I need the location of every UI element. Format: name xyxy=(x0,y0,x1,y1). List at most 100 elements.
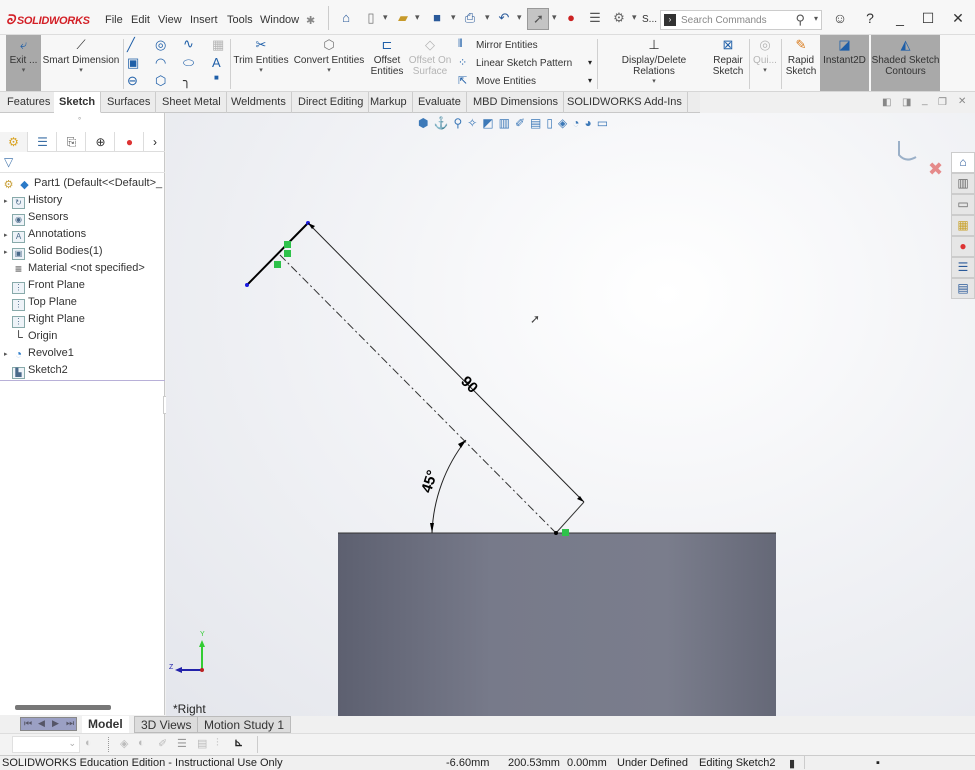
status-dropdown-icon[interactable]: ▪ xyxy=(876,757,880,769)
relation-marker[interactable] xyxy=(284,250,291,257)
prev-tab-icon[interactable]: ◀ xyxy=(38,718,45,729)
revolved-body[interactable] xyxy=(338,533,776,716)
tree-root-part[interactable]: ⚙ ◆ Part1 (Default<<Default>_ xyxy=(2,175,163,192)
doc-tile-right-icon[interactable]: ◨ xyxy=(902,97,911,108)
tree-item[interactable]: ▸ ▣ Solid Bodies(1) xyxy=(4,243,103,260)
close-button[interactable]: ✕ xyxy=(948,10,968,27)
display-manager-tab-icon[interactable]: ● xyxy=(116,132,144,152)
doc-tile-left-icon[interactable]: ◧ xyxy=(882,97,891,108)
tree-item[interactable]: ▸ A Annotations xyxy=(4,226,86,243)
rebuild-status-icon[interactable]: ▮ xyxy=(789,757,795,770)
dropdown-icon[interactable]: ▾ xyxy=(383,12,388,23)
menu-insert[interactable]: Insert xyxy=(190,14,218,26)
tree-item[interactable]: ⋮ Top Plane xyxy=(4,294,77,311)
home-icon[interactable]: ⌂ xyxy=(338,10,354,26)
display-state-dropdown[interactable]: ⌄ xyxy=(12,736,80,753)
arc-tool-icon[interactable]: ◠ xyxy=(155,55,166,71)
zoom-to-area-icon[interactable]: ⚲ xyxy=(453,116,467,130)
view-settings-monitor-icon[interactable]: ▭ xyxy=(597,116,613,130)
mirror-entities-button[interactable]: Mirror Entities xyxy=(476,40,538,51)
move-entities-button[interactable]: Move Entities xyxy=(476,76,536,87)
dynamic-annotation-icon[interactable]: ▥ xyxy=(499,116,515,130)
forum-tab-icon[interactable]: ▤ xyxy=(951,278,975,299)
next-tab-icon[interactable]: ▶ xyxy=(52,718,59,729)
tab-weldments[interactable]: Weldments xyxy=(226,92,292,113)
minimize-button[interactable]: _ xyxy=(890,10,910,26)
maximize-button[interactable]: ☐ xyxy=(918,10,938,27)
tab-sketch[interactable]: Sketch xyxy=(54,92,102,113)
dimension-45-label[interactable]: 45° xyxy=(418,468,441,495)
tab-direct-editing[interactable]: Direct Editing xyxy=(293,92,370,113)
bottom-tab-motion-study-1[interactable]: Motion Study 1 xyxy=(197,716,292,733)
property-manager-tab-icon[interactable]: ☰ xyxy=(29,132,57,152)
appearance-icon[interactable]: ◈ xyxy=(120,737,128,750)
dropdown-icon[interactable]: ▾ xyxy=(632,12,637,23)
tree-item[interactable]: ⋮ Front Plane xyxy=(4,277,85,294)
dimension-line-90[interactable] xyxy=(307,222,585,503)
angle-dimension-arc[interactable] xyxy=(431,439,467,534)
first-tab-icon[interactable]: ⏮ xyxy=(24,718,32,729)
hide-show-items-icon[interactable]: ◈ xyxy=(558,116,572,130)
spline-tool-icon[interactable]: ∿ xyxy=(183,36,194,52)
line-tool-icon[interactable]: ╱ xyxy=(127,37,135,53)
edit-icon[interactable]: ✐ xyxy=(158,737,167,750)
repair-sketch-button[interactable]: ⊠ Repair Sketch xyxy=(710,35,746,91)
tree-item[interactable]: └ Origin xyxy=(4,328,57,345)
rollback-bar[interactable] xyxy=(0,380,165,381)
rectangle-tool-icon[interactable]: ▣ xyxy=(127,55,139,71)
display-style-icon[interactable]: ▯ xyxy=(546,116,558,130)
polygon-tool-icon[interactable]: ⬡ xyxy=(155,73,166,89)
ellipse-tool-icon[interactable]: ⬭ xyxy=(183,55,194,71)
display-delete-relations-button[interactable]: ⊥ Display/Delete Relations ▾ xyxy=(600,35,708,91)
undo-icon[interactable]: ↶ xyxy=(496,10,512,26)
dimxpert-tab-icon[interactable]: ⊕ xyxy=(87,132,115,152)
graphics-area[interactable]: 90 45° Y Z ✖ ➚ xyxy=(166,113,975,716)
dropdown-icon[interactable]: ▾ xyxy=(42,66,120,74)
configuration-manager-tab-icon[interactable]: ⎘ xyxy=(58,132,86,152)
tab-features[interactable]: Features xyxy=(2,92,57,113)
file-explorer-tab-icon[interactable]: ▭ xyxy=(951,194,975,215)
tab-scroll-buttons[interactable]: ⏮ ◀ ▶ ⏭ xyxy=(20,717,77,731)
table-icon[interactable]: ▤ xyxy=(197,737,207,750)
cancel-sketch-corner-icon[interactable]: ✖ xyxy=(928,159,943,179)
dropdown-icon[interactable]: ▾ xyxy=(600,77,708,85)
sketch-origin-icon[interactable]: ⊾ xyxy=(234,736,243,749)
print-icon[interactable]: ⎙ xyxy=(462,10,478,26)
dropdown-icon[interactable]: ▾ xyxy=(588,58,592,67)
expand-arrow-icon[interactable]: ▸ xyxy=(4,244,12,261)
doc-minimize-button[interactable]: _ xyxy=(922,95,928,106)
dimension-90-label[interactable]: 90 xyxy=(457,373,481,397)
slot-tool-icon[interactable]: ⊖ xyxy=(127,73,138,89)
feature-manager-tab-icon[interactable]: ⚙ xyxy=(0,132,28,152)
tab-mbd-dimensions[interactable]: MBD Dimensions xyxy=(468,92,564,113)
circle-tool-icon[interactable]: ◎ xyxy=(155,37,166,53)
offset-entities-button[interactable]: ⊏ Offset Entities xyxy=(369,35,405,91)
view-selector-icon[interactable]: ▤ xyxy=(530,116,546,130)
dropdown-icon[interactable]: ▾ xyxy=(6,66,41,74)
tab-evaluate[interactable]: Evaluate xyxy=(413,92,467,113)
instant2d-button[interactable]: ◪ Instant2D xyxy=(820,35,869,91)
dropdown-icon[interactable]: ▾ xyxy=(485,12,490,23)
appearance-icon[interactable]: ◐ xyxy=(138,737,145,749)
view-setting-icon[interactable]: ✐ xyxy=(515,116,530,130)
dropdown-icon[interactable]: ▾ xyxy=(451,12,456,23)
last-tab-icon[interactable]: ⏭ xyxy=(66,718,74,729)
new-document-icon[interactable]: ▯ xyxy=(363,10,379,26)
options-gear-icon[interactable]: ⚙ xyxy=(611,10,627,26)
tree-item[interactable]: ⋮ Right Plane xyxy=(4,311,85,328)
convert-entities-button[interactable]: ⬡ Convert Entities ▾ xyxy=(292,35,366,91)
previous-view-icon[interactable]: ✧ xyxy=(467,116,482,130)
tab-markup[interactable]: Markup xyxy=(365,92,413,113)
dropdown-icon[interactable]: ▾ xyxy=(233,66,289,74)
custom-properties-tab-icon[interactable]: ☰ xyxy=(951,257,975,278)
surface-spline-icon[interactable]: ▦ xyxy=(212,37,224,53)
select-button[interactable]: ➚ xyxy=(527,8,549,30)
shaded-sketch-contours-button[interactable]: ◭ Shaded Sketch Contours xyxy=(871,35,940,91)
menu-tools[interactable]: Tools xyxy=(227,14,253,26)
expand-arrow-icon[interactable]: ▸ xyxy=(4,193,12,210)
rapid-sketch-button[interactable]: ✎ Rapid Sketch xyxy=(784,35,818,91)
search-icon[interactable]: ⚲ xyxy=(795,12,805,28)
menu-window[interactable]: Window xyxy=(260,14,299,26)
list-icon[interactable]: ☰ xyxy=(177,737,187,750)
dropdown-icon[interactable]: ▾ xyxy=(517,12,522,23)
